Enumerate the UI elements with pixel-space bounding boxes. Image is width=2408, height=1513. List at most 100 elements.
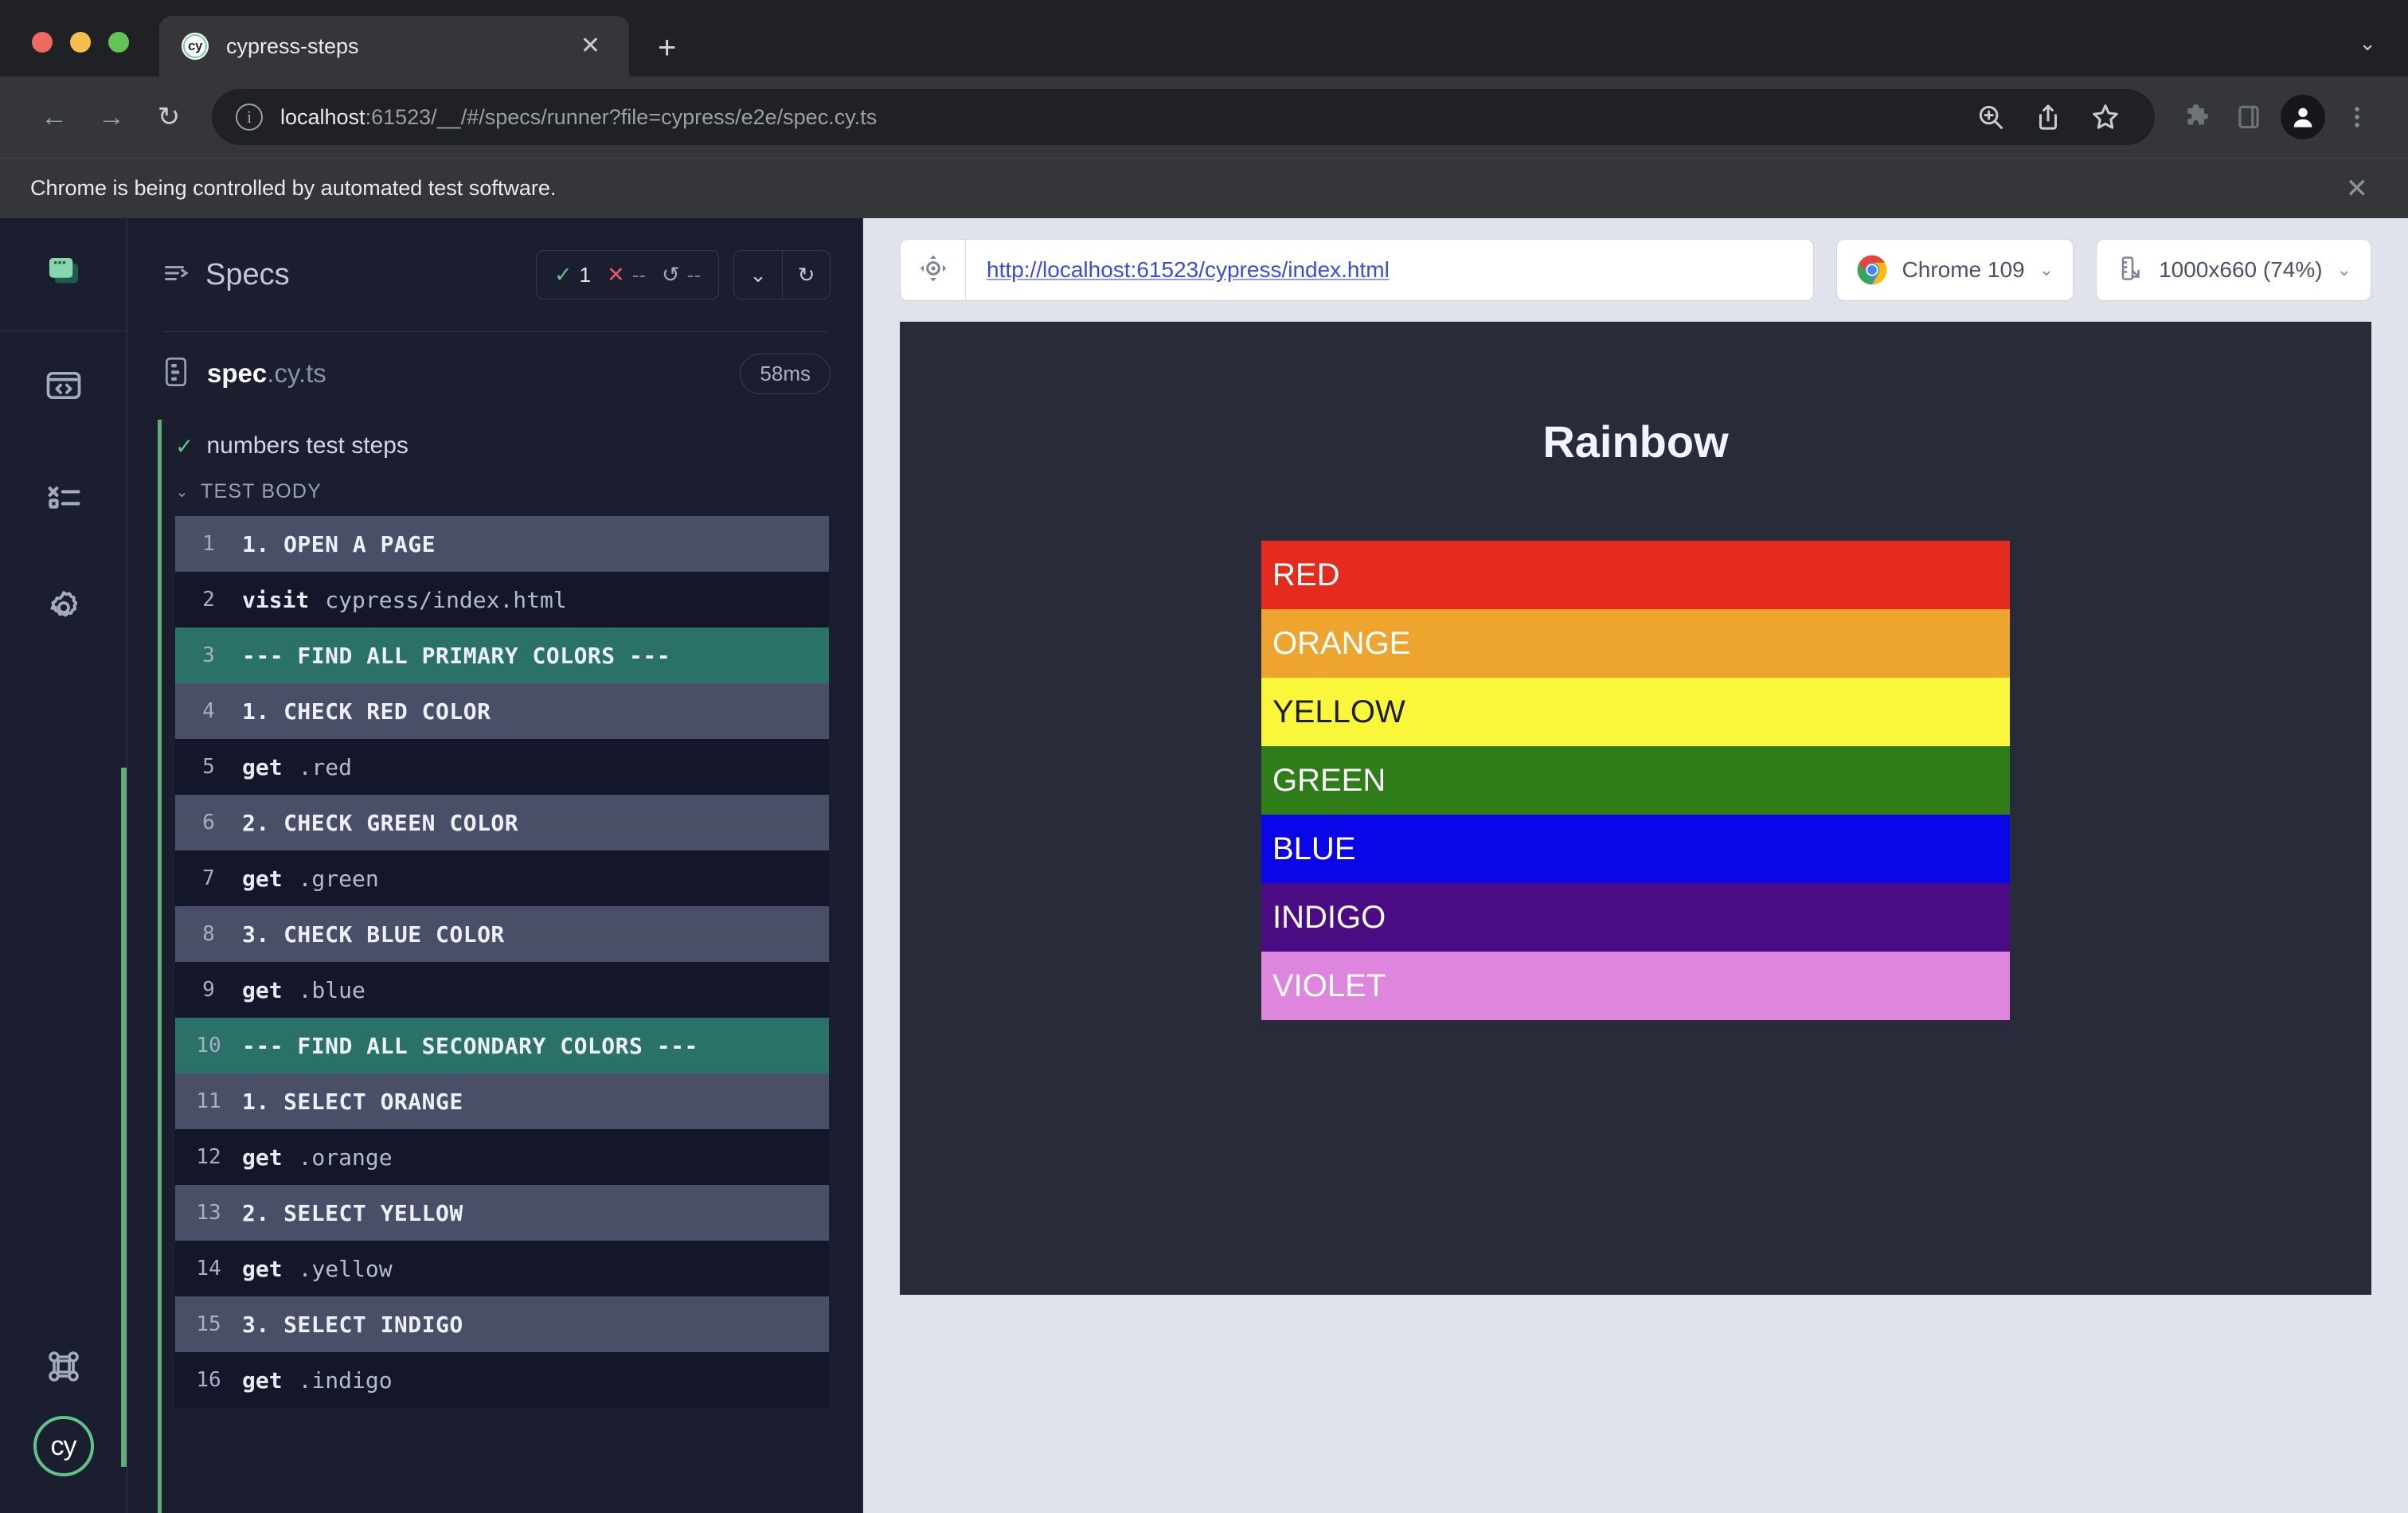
color-bar-blue: BLUE	[1261, 815, 2010, 883]
ruler-icon	[2116, 254, 2144, 287]
rainbow-heading: Rainbow	[1542, 416, 1729, 467]
sidebar-item-projects[interactable]	[0, 218, 127, 331]
test-step-number: 13	[196, 1201, 221, 1225]
sidebar-item-specs[interactable]	[0, 331, 127, 443]
close-tab-button[interactable]: ✕	[573, 29, 608, 63]
test-step-argument: .indigo	[298, 1366, 393, 1394]
new-tab-button[interactable]: +	[658, 32, 676, 64]
browser-tab[interactable]: cy cypress-steps ✕	[159, 16, 629, 76]
test-step-row[interactable]: 13 2. SELECT YELLOW	[175, 1185, 829, 1241]
chevron-down-icon: ⌄	[2336, 260, 2351, 280]
test-body-header[interactable]: ⌄ TEST BODY	[158, 474, 862, 516]
test-step-command: visit	[242, 586, 310, 613]
close-window-button[interactable]	[32, 32, 53, 53]
extensions-puzzle-icon[interactable]	[2172, 92, 2223, 143]
test-step-row[interactable]: 2 visit cypress/index.html	[175, 572, 829, 627]
viewport-selector[interactable]: 1000x660 (74%) ⌄	[2096, 239, 2371, 301]
test-step-row[interactable]: 10 --- FIND ALL SECONDARY COLORS ---	[175, 1018, 829, 1073]
test-step-row[interactable]: 15 3. SELECT INDIGO	[175, 1296, 829, 1352]
preview-toolbar: http://localhost:61523/cypress/index.htm…	[863, 218, 2408, 322]
close-notification-button[interactable]: ✕	[2338, 175, 2377, 202]
test-step-row[interactable]: 9 get .blue	[175, 962, 829, 1018]
tab-search-chevron-down-icon[interactable]: ⌄	[2359, 31, 2376, 56]
test-step-command: get	[242, 1366, 283, 1394]
color-bar-yellow: YELLOW	[1261, 678, 2010, 746]
chrome-logo-icon	[1856, 254, 1888, 286]
color-bar-green: GREEN	[1261, 746, 2010, 815]
test-step-argument: cypress/index.html	[325, 586, 567, 613]
rerun-tests-button[interactable]: ↻	[782, 251, 830, 299]
side-panel-icon[interactable]	[2223, 92, 2274, 143]
test-step-number: 15	[196, 1312, 221, 1336]
sidebar-item-settings[interactable]	[0, 554, 127, 666]
stat-failed-value: --	[631, 262, 647, 287]
forward-button[interactable]: →	[83, 88, 140, 146]
color-bar-red: RED	[1261, 541, 2010, 609]
color-bar-label: YELLOW	[1272, 694, 1405, 729]
test-step-row[interactable]: 12 get .orange	[175, 1129, 829, 1185]
test-step-row[interactable]: 3 --- FIND ALL PRIMARY COLORS ---	[175, 627, 829, 683]
browser-selector[interactable]: Chrome 109 ⌄	[1835, 239, 2074, 301]
specs-code-icon	[43, 365, 84, 410]
test-step-row[interactable]: 7 get .green	[175, 850, 829, 906]
cypress-app: cy Specs ✓ 1 ✕ -- ↺ -- ⌄ ↻ spec.cy.ts 58…	[0, 218, 2408, 1513]
projects-icon	[42, 251, 85, 298]
preview-url-text[interactable]: http://localhost:61523/cypress/index.htm…	[966, 257, 1410, 283]
site-info-icon[interactable]: i	[236, 104, 263, 131]
test-step-label: --- FIND ALL SECONDARY COLORS ---	[242, 1032, 698, 1059]
maximize-window-button[interactable]	[108, 32, 129, 53]
url-path: :61523/__/#/specs/runner?file=cypress/e2…	[365, 104, 878, 129]
test-step-command: get	[242, 976, 283, 1003]
spec-file-row[interactable]: spec.cy.ts 58ms	[127, 332, 862, 415]
test-step-number: 2	[202, 588, 215, 612]
test-step-argument: .green	[298, 865, 379, 892]
cypress-favicon: cy	[182, 33, 209, 60]
test-step-argument: .blue	[298, 976, 366, 1003]
back-button[interactable]: ←	[25, 88, 83, 146]
test-step-command: get	[242, 753, 283, 780]
test-step-number: 14	[196, 1257, 221, 1280]
test-step-row[interactable]: 16 get .indigo	[175, 1352, 829, 1408]
selector-playground-button[interactable]	[901, 240, 966, 300]
omnibox-actions	[1965, 92, 2131, 143]
zoom-in-icon[interactable]	[1965, 92, 2016, 143]
profile-avatar-icon[interactable]	[2281, 95, 2325, 139]
reporter-header: Specs ✓ 1 ✕ -- ↺ -- ⌄ ↻	[127, 218, 862, 331]
chrome-menu-icon[interactable]	[2332, 92, 2383, 143]
test-step-number: 11	[196, 1089, 221, 1113]
sidebar-item-runs[interactable]	[0, 443, 127, 554]
test-step-row[interactable]: 4 1. CHECK RED COLOR	[175, 683, 829, 739]
reload-button[interactable]: ↻	[140, 88, 197, 146]
test-step-row[interactable]: 14 get .yellow	[175, 1241, 829, 1296]
sidebar-item-keyboard-shortcuts[interactable]	[0, 1320, 127, 1416]
test-step-row[interactable]: 11 1. SELECT ORANGE	[175, 1073, 829, 1129]
page-title: Specs	[205, 257, 290, 291]
stat-passed: ✓ 1	[554, 263, 591, 287]
preview-stage: Rainbow RED ORANGE YELLOW GREEN BLUE INDIGO VI…	[863, 322, 2408, 1513]
spec-duration-badge: 58ms	[740, 353, 831, 394]
bookmark-star-icon[interactable]	[2080, 92, 2131, 143]
cypress-logo[interactable]: cy	[33, 1416, 94, 1476]
minimize-window-button[interactable]	[70, 32, 91, 53]
browser-selector-label: Chrome 109	[1902, 257, 2025, 282]
spec-file-name: spec.cy.ts	[207, 358, 326, 389]
test-step-command: get	[242, 865, 283, 892]
test-step-row[interactable]: 5 get .red	[175, 739, 829, 795]
test-tree: ✓ numbers test steps ⌄ TEST BODY 1 1. OPE…	[127, 415, 862, 1513]
test-title-row[interactable]: ✓ numbers test steps	[158, 415, 862, 474]
test-step-label: 3. SELECT INDIGO	[242, 1311, 463, 1338]
test-step-row[interactable]: 1 1. OPEN A PAGE	[175, 516, 829, 572]
test-step-label: 2. SELECT YELLOW	[242, 1199, 463, 1226]
chevron-down-icon: ⌄	[175, 483, 190, 501]
share-icon[interactable]	[2023, 92, 2074, 143]
test-step-row[interactable]: 8 3. CHECK BLUE COLOR	[175, 906, 829, 962]
collapse-chevron-down-icon[interactable]: ⌄	[734, 251, 782, 299]
automation-notification-text: Chrome is being controlled by automated …	[30, 176, 557, 200]
address-bar[interactable]: i localhost:61523/__/#/specs/runner?file…	[212, 89, 2155, 145]
preview-url-bar[interactable]: http://localhost:61523/cypress/index.htm…	[900, 239, 1814, 301]
aut-iframe: Rainbow RED ORANGE YELLOW GREEN BLUE INDIGO VI…	[900, 322, 2371, 1295]
specs-list-icon	[162, 259, 191, 291]
test-step-row[interactable]: 6 2. CHECK GREEN COLOR	[175, 795, 829, 850]
tab-title: cypress-steps	[226, 33, 359, 58]
color-bar-indigo: INDIGO	[1261, 883, 2010, 952]
